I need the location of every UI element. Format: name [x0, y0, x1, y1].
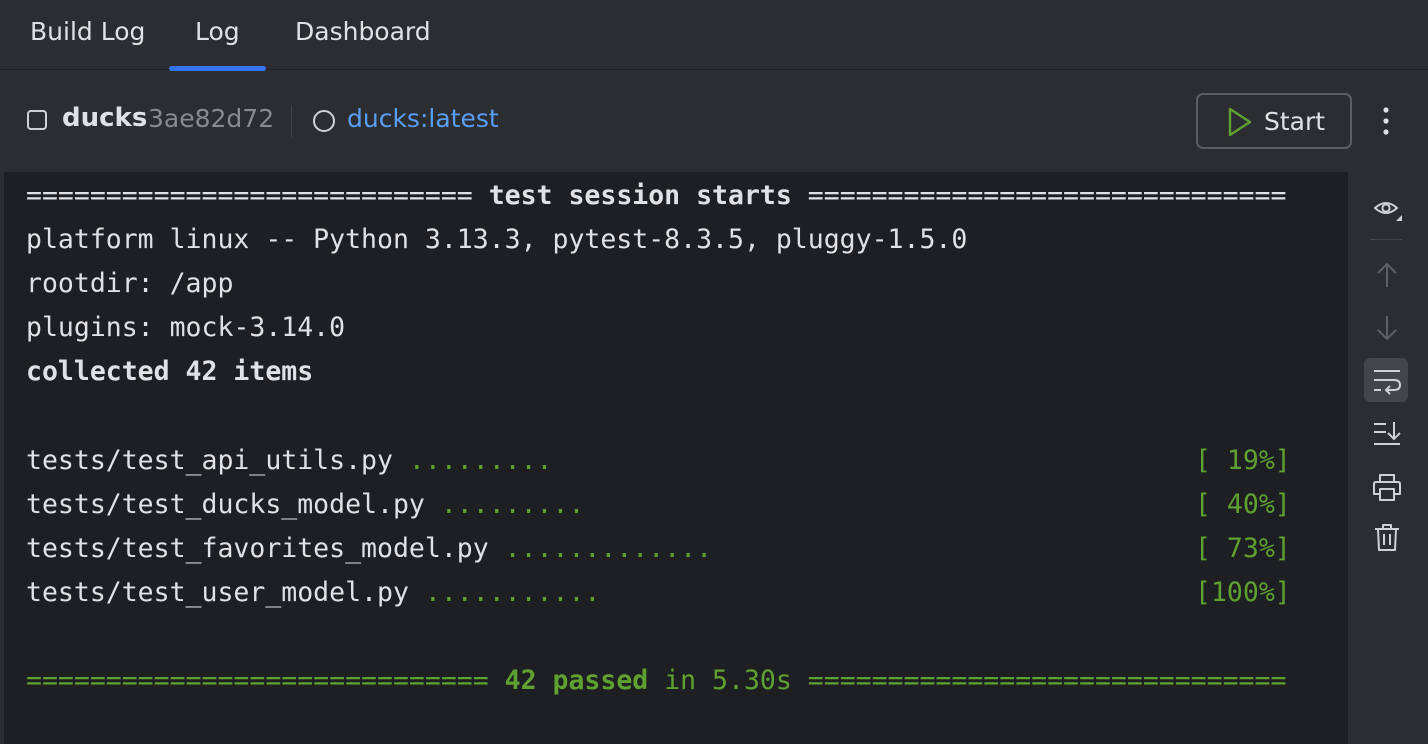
start-button-label: Start	[1264, 107, 1326, 136]
test-progress: [100%]	[1195, 577, 1291, 608]
container-toolbar: ducks 3ae82d72 ducks:latest Start	[0, 70, 1428, 172]
more-actions-button[interactable]	[1370, 102, 1402, 142]
scroll-to-end-button[interactable]	[1364, 410, 1408, 454]
arrow-up-icon	[1377, 262, 1397, 287]
passed-count: 42 passed	[504, 665, 649, 696]
next-occurrence-button[interactable]	[1364, 305, 1408, 349]
session-header-title: test session starts	[488, 180, 792, 211]
test-result-line: tests/test_user_model.py ...........	[26, 577, 601, 608]
container-stopped-icon	[27, 110, 47, 130]
image-link[interactable]: ducks:latest	[347, 104, 499, 133]
arrow-down-icon	[1377, 316, 1397, 341]
rootdir-line: rootdir: /app	[26, 268, 234, 299]
eye-icon	[1373, 202, 1402, 221]
test-progress: [ 73%]	[1195, 533, 1291, 564]
tab-log[interactable]: Log	[169, 0, 266, 71]
platform-line: platform linux -- Python 3.13.3, pytest-…	[26, 224, 968, 255]
test-result-line: tests/test_favorites_model.py ..........…	[26, 533, 713, 564]
test-progress: [ 40%]	[1195, 489, 1291, 520]
play-icon	[1228, 107, 1252, 137]
tab-build-log[interactable]: Build Log	[30, 0, 145, 70]
previous-occurrence-button[interactable]	[1364, 252, 1408, 296]
image-status-icon	[313, 110, 335, 132]
tab-bar: Build Log Log Dashboard	[0, 0, 1428, 71]
soft-wrap-icon	[1374, 370, 1402, 395]
test-result-line: tests/test_ducks_model.py .........	[26, 489, 585, 520]
services-log-panel: Build Log Log Dashboard ducks 3ae82d72 d…	[0, 0, 1428, 744]
start-button[interactable]: Start	[1196, 93, 1352, 149]
print-icon	[1373, 474, 1401, 501]
collected-line: collected 42 items	[26, 356, 314, 387]
test-progress: [ 19%]	[1195, 445, 1291, 476]
view-options-button[interactable]	[1364, 187, 1408, 231]
session-summary: ============================= 42 passed …	[26, 665, 1287, 696]
container-hash: 3ae82d72	[148, 104, 275, 133]
tool-strip-divider	[1370, 239, 1402, 240]
console-tool-strip	[1348, 172, 1428, 744]
clear-all-button[interactable]	[1364, 514, 1408, 558]
test-result-line: tests/test_api_utils.py .........	[26, 445, 553, 476]
container-name: ducks	[62, 103, 148, 133]
print-button[interactable]	[1364, 464, 1408, 508]
trash-icon	[1375, 524, 1399, 551]
scroll-to-end-icon	[1374, 422, 1401, 445]
soft-wrap-button[interactable]	[1364, 358, 1408, 402]
kebab-menu-icon	[1383, 107, 1389, 135]
tab-dashboard[interactable]: Dashboard	[295, 0, 431, 70]
toolbar-divider	[291, 105, 292, 137]
session-header: ============================ test sessio…	[26, 180, 1287, 211]
log-console[interactable]: ============================ test sessio…	[4, 172, 1348, 744]
plugins-line: plugins: mock-3.14.0	[26, 312, 346, 343]
